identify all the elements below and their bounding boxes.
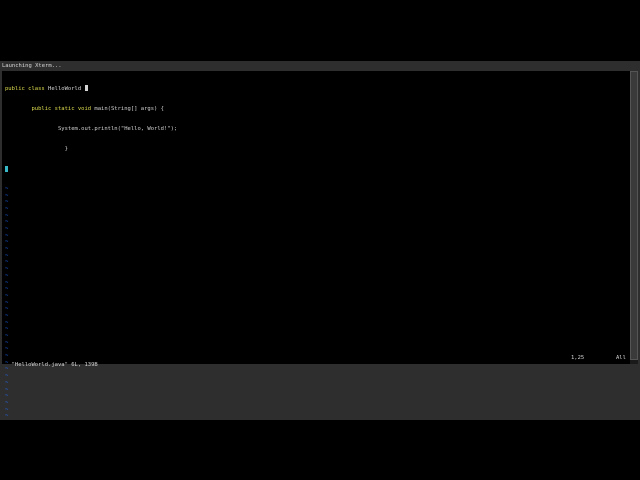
keyword: public class xyxy=(5,86,45,93)
scrollbar-thumb[interactable] xyxy=(630,71,638,360)
vim-editor-buffer[interactable]: public class HelloWorld public static vo… xyxy=(5,72,177,447)
keyword: public static void xyxy=(31,105,92,112)
tilde-line: ~ xyxy=(5,333,9,339)
code-text: main(String[] args) { xyxy=(91,105,164,112)
tilde-line: ~ xyxy=(5,192,9,199)
code-text: System.out.println("Hello, World!"); xyxy=(57,125,178,132)
tilde-line: ~ xyxy=(5,319,9,326)
tilde-line: ~ xyxy=(5,399,9,406)
code-line-3: System.out.println("Hello, World!"); xyxy=(5,126,177,133)
tilde-line: ~ xyxy=(5,185,9,192)
tilde-line: ~ xyxy=(5,306,9,313)
tilde-line: ~ xyxy=(5,279,9,286)
tilde-line: ~ xyxy=(5,346,9,353)
vim-status-line: "HelloWorld.java" 6L, 139B 1,25 All xyxy=(5,355,627,383)
file-info: "HelloWorld.java" 6L, 139B xyxy=(11,362,98,368)
tilde-line: ~ xyxy=(5,232,9,239)
insert-cursor xyxy=(5,165,8,172)
tilde-line: ~ xyxy=(5,246,9,253)
tilde-line: ~ xyxy=(5,205,9,212)
tilde-line: ~ xyxy=(5,299,9,306)
cursor-position: 1,25 xyxy=(571,355,585,361)
code-text: } xyxy=(64,145,68,152)
launch-status-text: Launching Xterm... xyxy=(2,63,62,69)
tilde-line: ~ xyxy=(5,413,9,420)
empty-line-markers: ~~~~~~~~~~~~~~~~~~~~~~~~~~~~~~~~~~~~~~ xyxy=(5,186,177,440)
tilde-line: ~ xyxy=(5,292,9,299)
top-letterbox xyxy=(0,0,640,61)
tilde-line: ~ xyxy=(5,339,9,346)
tilde-line: ~ xyxy=(5,386,9,393)
code-text: HelloWorld xyxy=(44,86,85,93)
tilde-line: ~ xyxy=(5,266,9,273)
tilde-line: ~ xyxy=(5,239,9,246)
tilde-line: ~ xyxy=(5,219,9,226)
tilde-line: ~ xyxy=(5,212,9,219)
tilde-line: ~ xyxy=(5,199,9,206)
tilde-line: ~ xyxy=(5,259,9,266)
tilde-line: ~ xyxy=(5,312,9,319)
text-cursor xyxy=(84,85,88,92)
bottom-letterbox xyxy=(0,420,640,480)
code-line-2: public static void main(String[] args) { xyxy=(5,106,177,113)
tilde-line: ~ xyxy=(5,226,9,232)
code-line-5 xyxy=(5,165,177,173)
tilde-line: ~ xyxy=(5,272,9,279)
code-line-4: } xyxy=(5,146,177,153)
tilde-line: ~ xyxy=(5,326,9,333)
tilde-line: ~ xyxy=(5,252,9,259)
tilde-line: ~ xyxy=(5,393,9,400)
tilde-line: ~ xyxy=(5,406,9,413)
tilde-line: ~ xyxy=(5,286,9,293)
code-line-1: public class HelloWorld xyxy=(5,85,177,92)
scroll-percent: All xyxy=(616,355,626,361)
